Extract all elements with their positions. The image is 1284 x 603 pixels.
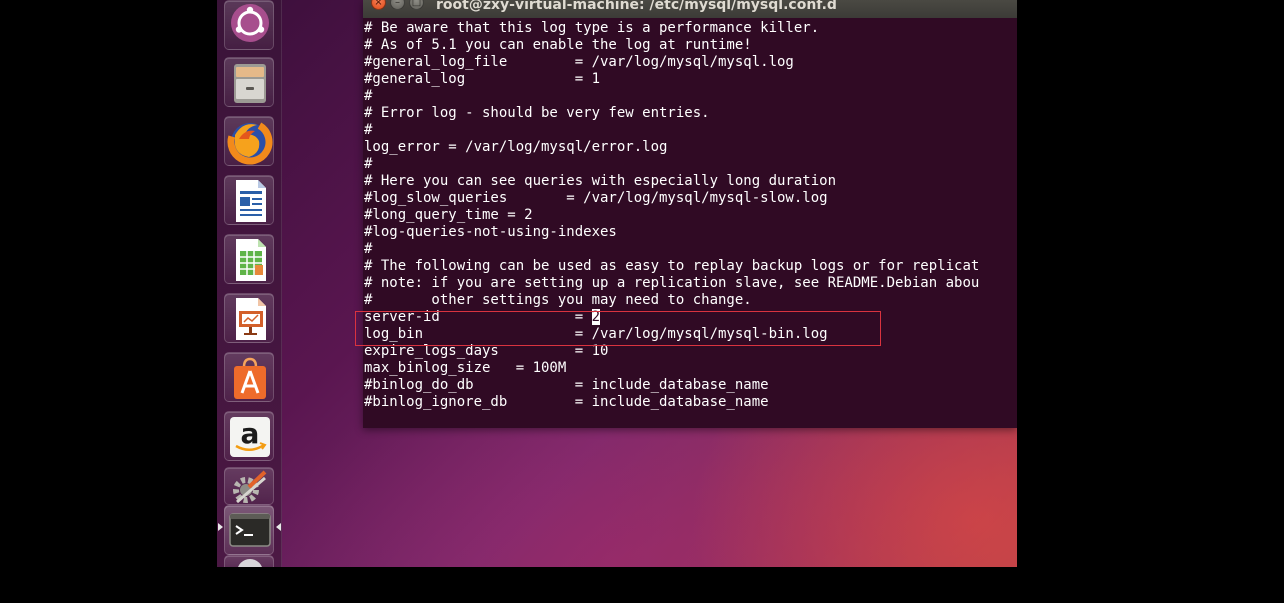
- terminal-line: # As of 5.1 you can enable the log at ru…: [364, 37, 752, 53]
- window-title: root@zxy-virtual-machine: /etc/mysql/mys…: [436, 0, 837, 13]
- disc-icon: [238, 559, 262, 567]
- file-cabinet-icon: [234, 64, 266, 103]
- terminal-line: #log_slow_queries = /var/log/mysql/mysql…: [364, 190, 828, 206]
- active-indicator-right: [276, 523, 281, 531]
- launcher-item-ubuntu-dash[interactable]: [224, 0, 274, 50]
- minimize-button[interactable]: –: [390, 0, 405, 10]
- window-titlebar[interactable]: × – □ root@zxy-virtual-machine: /etc/mys…: [363, 0, 1017, 18]
- launcher-item-firefox[interactable]: [224, 116, 274, 166]
- launcher-bar: a: [217, 0, 282, 567]
- firefox-icon: [227, 119, 273, 165]
- shopping-bag-icon: [234, 357, 266, 399]
- settings-tools-icon: [233, 470, 267, 504]
- terminal-line: #: [364, 122, 373, 138]
- calc-spreadsheet-icon: [236, 239, 266, 281]
- terminal-line: # Error log - should be very few entries…: [364, 105, 710, 121]
- desktop: a × – □ root@zxy-virtual-machine: /etc/m…: [217, 0, 1017, 567]
- launcher-item-files[interactable]: [224, 57, 274, 107]
- terminal-line: # other settings you may need to change.: [364, 292, 752, 308]
- terminal-line: #binlog_ignore_db = include_database_nam…: [364, 394, 769, 410]
- launcher-item-terminal[interactable]: [224, 505, 274, 555]
- terminal-line: #: [364, 156, 373, 172]
- terminal-line: # The following can be used as easy to r…: [364, 258, 980, 274]
- terminal-line: # note: if you are setting up a replicat…: [364, 275, 980, 291]
- terminal-line: log_error = /var/log/mysql/error.log: [364, 139, 668, 155]
- launcher-item-writer[interactable]: [224, 175, 274, 225]
- launcher-item-amazon[interactable]: a: [224, 411, 274, 461]
- impress-presentation-icon: [236, 298, 266, 340]
- terminal-line: #long_query_time = 2: [364, 207, 533, 223]
- ubuntu-logo-icon: [231, 4, 269, 42]
- terminal-line: #general_log_file = /var/log/mysql/mysql…: [364, 54, 794, 70]
- launcher-item-calc[interactable]: [224, 234, 274, 284]
- terminal-line: #: [364, 241, 373, 257]
- launcher-item-settings[interactable]: [224, 467, 274, 505]
- writer-document-icon: [236, 180, 266, 222]
- launcher-item-software[interactable]: [224, 352, 274, 402]
- svg-text:a: a: [241, 417, 260, 450]
- terminal-line: max_binlog_size = 100M: [364, 360, 567, 376]
- close-button[interactable]: ×: [371, 0, 386, 10]
- terminal-icon: [229, 513, 271, 547]
- terminal-line: # Be aware that this log type is a perfo…: [364, 20, 820, 36]
- terminal-line: #: [364, 88, 373, 104]
- red-highlight-box: [355, 311, 881, 346]
- launcher-item-dvd[interactable]: [224, 555, 274, 567]
- terminal-text-area[interactable]: # Be aware that this log type is a perfo…: [364, 20, 1017, 411]
- active-indicator-left: [218, 523, 223, 531]
- launcher-item-impress[interactable]: [224, 293, 274, 343]
- amazon-icon: a: [230, 417, 270, 457]
- terminal-line: #log-queries-not-using-indexes: [364, 224, 617, 240]
- maximize-button[interactable]: □: [409, 0, 424, 10]
- terminal-line: # Here you can see queries with especial…: [364, 173, 837, 189]
- terminal-line: #general_log = 1: [364, 71, 601, 87]
- terminal-line: #binlog_do_db = include_database_name: [364, 377, 769, 393]
- terminal-window[interactable]: × – □ root@zxy-virtual-machine: /etc/mys…: [363, 0, 1017, 428]
